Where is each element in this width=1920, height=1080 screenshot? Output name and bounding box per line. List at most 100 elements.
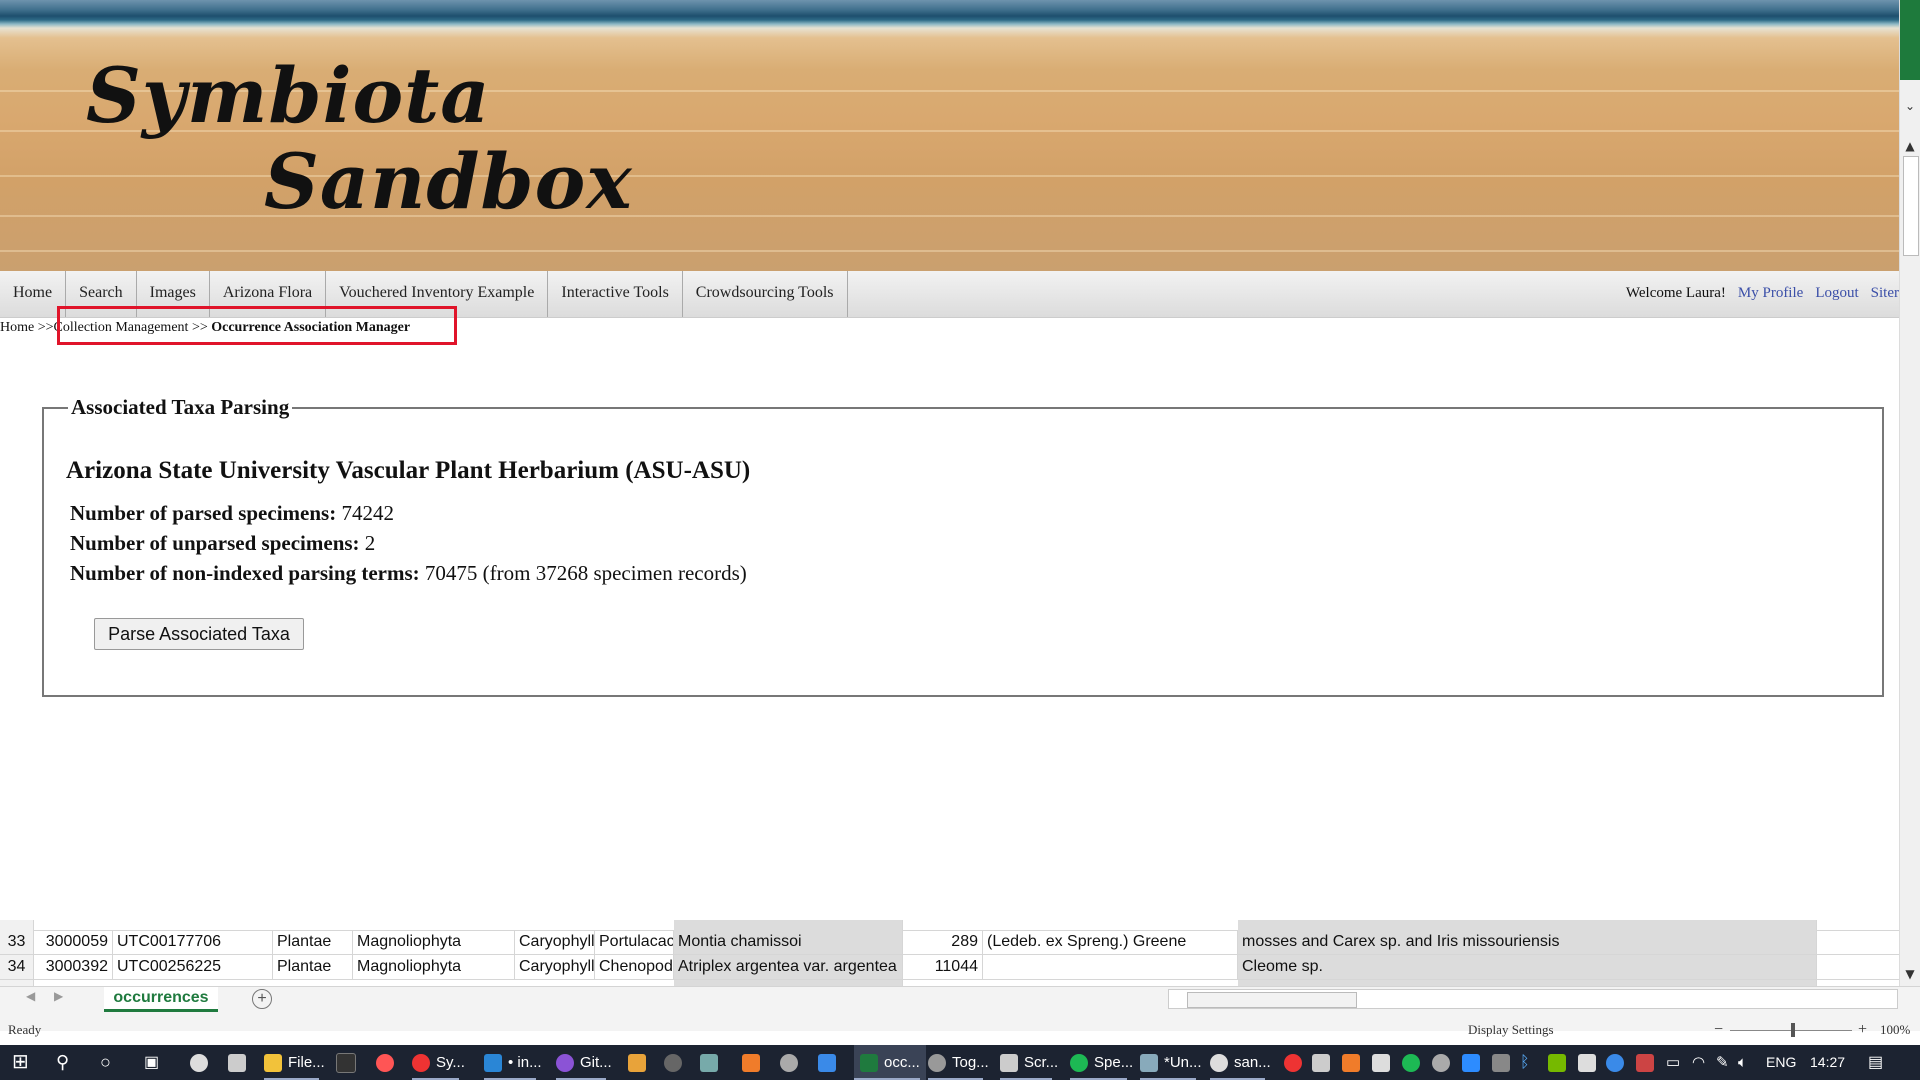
volume-icon[interactable]: 🔈︎ <box>1738 1045 1747 1080</box>
cell-id[interactable]: 3000059 <box>34 930 113 954</box>
cell-phylum[interactable]: Magnoliophyta <box>353 930 515 954</box>
tray-app-icon[interactable] <box>1636 1045 1660 1080</box>
unparsed-count: Number of unparsed specimens: 2 <box>70 531 375 556</box>
logout-link[interactable]: Logout <box>1815 271 1858 317</box>
pinned-app-icon[interactable] <box>700 1045 724 1080</box>
nonindexed-label: Number of non-indexed parsing terms: <box>70 561 420 585</box>
row-number[interactable]: 34 <box>0 955 34 979</box>
tray-app-icon[interactable] <box>1342 1045 1366 1080</box>
scroll-down-icon[interactable]: ▼ <box>1902 966 1918 982</box>
taskbar-chrome-symbiota[interactable]: Sy... <box>412 1045 465 1080</box>
cell-family[interactable]: Chenopod <box>595 955 674 979</box>
tray-app-icon[interactable] <box>1492 1045 1516 1080</box>
tray-app-icon[interactable] <box>1312 1045 1336 1080</box>
sheet-tab-occurrences[interactable]: occurrences <box>104 987 218 1012</box>
windows-start-icon[interactable]: ⊞ <box>12 1045 29 1080</box>
cell-id[interactable]: 3000392 <box>34 955 113 979</box>
table-row[interactable]: 34 3000392 UTC00256225 Plantae Magnoliop… <box>0 955 1899 980</box>
parsed-value: 74242 <box>341 501 394 525</box>
nav-interactive-tools[interactable]: Interactive Tools <box>548 271 683 317</box>
horizontal-scrollbar[interactable] <box>1168 989 1898 1009</box>
zoom-in-icon[interactable]: + <box>1858 1017 1867 1043</box>
terminal-icon[interactable] <box>336 1045 362 1080</box>
taskbar-file-explorer[interactable]: File... <box>264 1045 325 1080</box>
table-row[interactable]: 33 3000059 UTC00177706 Plantae Magnoliop… <box>0 930 1899 955</box>
chevron-down-icon[interactable]: ⌄ <box>1902 98 1918 114</box>
taskbar-screen[interactable]: Scr... <box>1000 1045 1058 1080</box>
sheet-prev-icon[interactable]: ◀ <box>26 989 35 1003</box>
cell-order[interactable]: Caryophyll <box>515 930 595 954</box>
tray-app-icon[interactable] <box>1372 1045 1396 1080</box>
site-banner: Symbiota Sandbox <box>0 0 1899 271</box>
tray-spotify-icon[interactable] <box>1402 1045 1426 1080</box>
nav-crowdsourcing-tools[interactable]: Crowdsourcing Tools <box>683 271 848 317</box>
pinned-app-icon[interactable] <box>818 1045 842 1080</box>
search-icon[interactable]: ⚲ <box>56 1045 69 1080</box>
tray-app-icon[interactable] <box>1462 1045 1486 1080</box>
bluetooth-icon[interactable]: ᛒ <box>1520 1045 1530 1080</box>
display-settings-button[interactable]: Display Settings <box>1468 1017 1554 1043</box>
parsed-label: Number of parsed specimens: <box>70 501 337 525</box>
notifications-icon[interactable]: ▤ <box>1868 1045 1883 1080</box>
cell-phylum[interactable]: Magnoliophyta <box>353 955 515 979</box>
parse-associated-taxa-button[interactable]: Parse Associated Taxa <box>94 618 304 650</box>
horizontal-scroll-thumb[interactable] <box>1187 992 1357 1008</box>
pinned-app-icon[interactable] <box>376 1045 400 1080</box>
pinned-app-icon[interactable] <box>742 1045 766 1080</box>
battery-icon[interactable]: ▭ <box>1666 1045 1680 1080</box>
pinned-app-icon[interactable] <box>664 1045 688 1080</box>
pen-icon[interactable]: ✎ <box>1716 1045 1729 1080</box>
tray-security-icon[interactable] <box>1578 1045 1602 1080</box>
breadcrumb-home[interactable]: Home <box>0 320 34 335</box>
pinned-app-icon[interactable] <box>628 1045 652 1080</box>
page-scrollbar[interactable]: ⌄ ▲ ▼ <box>1899 0 1920 986</box>
taskbar-toggl[interactable]: Tog... <box>928 1045 989 1080</box>
cell-author[interactable] <box>983 955 1238 979</box>
cell-sciname[interactable]: Montia chamissoi <box>674 930 903 954</box>
pinned-app-icon[interactable] <box>228 1045 252 1080</box>
sitemap-link[interactable]: Siter <box>1871 271 1899 317</box>
cortana-icon[interactable]: ○ <box>100 1045 111 1080</box>
my-profile-link[interactable]: My Profile <box>1738 271 1803 317</box>
cell-kingdom[interactable]: Plantae <box>273 930 353 954</box>
breadcrumb-separator: >> <box>37 320 54 335</box>
windows-taskbar: ⊞ ⚲ ○ ▣ File... Sy... • in... Git... occ… <box>0 1045 1920 1080</box>
taskbar-untitled[interactable]: *Un... <box>1140 1045 1202 1080</box>
sheet-next-icon[interactable]: ▶ <box>54 989 63 1003</box>
cell-number[interactable]: 289 <box>903 930 983 954</box>
cell-catalog[interactable]: UTC00177706 <box>113 930 273 954</box>
tray-app-icon[interactable] <box>1432 1045 1456 1080</box>
scrollbar-thumb[interactable] <box>1903 156 1919 256</box>
cell-kingdom[interactable]: Plantae <box>273 955 353 979</box>
taskbar-sandbox[interactable]: san... <box>1210 1045 1271 1080</box>
tray-app-icon[interactable] <box>1606 1045 1630 1080</box>
zoom-slider-knob[interactable] <box>1791 1023 1795 1037</box>
cell-author[interactable]: (Ledeb. ex Spreng.) Greene <box>983 930 1238 954</box>
cell-order[interactable]: Caryophyll <box>515 955 595 979</box>
tray-chrome-icon[interactable] <box>1284 1045 1308 1080</box>
wifi-icon[interactable]: ◠ <box>1692 1045 1705 1080</box>
cell-catalog[interactable]: UTC00256225 <box>113 955 273 979</box>
cell-family[interactable]: Portulacac <box>595 930 674 954</box>
taskbar-vscode[interactable]: • in... <box>484 1045 542 1080</box>
cell-associated-taxa[interactable]: mosses and Carex sp. and Iris missourien… <box>1238 930 1817 954</box>
scroll-up-icon[interactable]: ▲ <box>1902 138 1918 154</box>
taskbar-github[interactable]: Git... <box>556 1045 612 1080</box>
excel-accent-strip <box>1900 0 1920 80</box>
clock[interactable]: 14:27 <box>1810 1045 1845 1080</box>
highlight-box <box>57 306 457 345</box>
language-indicator[interactable]: ENG <box>1766 1045 1796 1080</box>
zoom-out-icon[interactable]: − <box>1714 1017 1723 1043</box>
cell-number[interactable]: 11044 <box>903 955 983 979</box>
task-view-icon[interactable]: ▣ <box>144 1045 159 1080</box>
tray-nvidia-icon[interactable] <box>1548 1045 1572 1080</box>
cell-sciname[interactable]: Atriplex argentea var. argentea <box>674 955 903 979</box>
excel-status-bar: Ready Display Settings − + 100% <box>0 1017 1920 1045</box>
pinned-app-icon[interactable] <box>190 1045 214 1080</box>
add-sheet-icon[interactable]: + <box>252 989 272 1009</box>
pinned-app-icon[interactable] <box>780 1045 804 1080</box>
taskbar-excel[interactable]: occ... <box>854 1045 926 1080</box>
taskbar-spotify[interactable]: Spe... <box>1070 1045 1133 1080</box>
row-number[interactable]: 33 <box>0 930 34 954</box>
cell-associated-taxa[interactable]: Cleome sp. <box>1238 955 1817 979</box>
